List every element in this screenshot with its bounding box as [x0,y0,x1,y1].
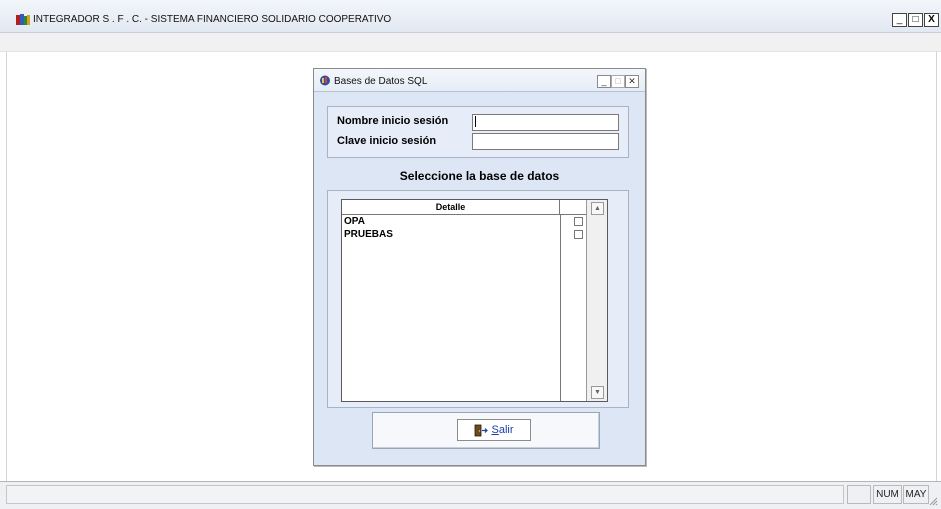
password-input[interactable] [472,133,619,150]
right-border [936,51,937,481]
database-group: Detalle OPA PRUEBAS ▲ ▼ [327,190,629,408]
toolbar-strip [0,33,941,52]
login-group: Nombre inicio sesión Clave inicio sesión [327,106,629,158]
database-grid: Detalle OPA PRUEBAS ▲ ▼ [341,199,608,402]
left-border [6,51,7,481]
database-checkbox[interactable] [574,230,583,239]
grid-row[interactable]: PRUEBAS [342,228,586,241]
exit-button[interactable]: Salir [457,419,531,441]
dialog-maximize-button: □ [611,75,625,88]
select-database-heading: Seleccione la base de datos [399,169,560,183]
column-header-detalle[interactable]: Detalle [342,200,560,214]
caps-lock-indicator: MAY [903,485,929,504]
database-name[interactable]: OPA [344,215,365,228]
dialog-titlebar[interactable]: Bases de Datos SQL _ □ ✕ [314,69,645,92]
app-window-controls: _ □ X [892,13,939,27]
database-name[interactable]: PRUEBAS [344,228,393,241]
dialog-close-button[interactable]: ✕ [625,75,639,88]
app-minimize-button[interactable]: _ [892,13,907,27]
exit-button-frame: Salir [372,412,600,449]
num-lock-indicator: NUM [873,485,902,504]
exit-door-icon [475,424,489,436]
app-maximize-button[interactable]: □ [908,13,923,27]
exit-label: Salir [491,424,514,436]
app-books-icon [16,14,30,25]
app-title: INTEGRADOR S . F . C. - SISTEMA FINANCIE… [33,14,392,25]
app-titlebar: INTEGRADOR S . F . C. - SISTEMA FINANCIE… [0,0,941,33]
scroll-up-arrow-icon[interactable]: ▲ [591,202,604,215]
dialog-books-icon [320,75,330,86]
scroll-down-arrow-icon[interactable]: ▼ [591,386,604,399]
grid-vertical-scrollbar[interactable]: ▲ ▼ [586,200,607,401]
resize-grip-icon[interactable] [928,496,938,506]
text-caret [475,116,476,127]
grid-row[interactable]: OPA [342,215,586,228]
column-divider [560,214,561,401]
status-panel-empty [847,485,871,504]
dialog-title: Bases de Datos SQL [334,76,428,87]
grid-header: Detalle [342,200,586,215]
dialog-minimize-button[interactable]: _ [597,75,611,88]
column-header-select[interactable] [560,200,586,214]
app-close-button[interactable]: X [924,13,939,27]
password-label: Clave inicio sesión [337,135,437,147]
dialog-window-controls: _ □ ✕ [597,75,639,88]
status-bar: NUM MAY [0,481,941,509]
database-checkbox[interactable] [574,217,583,226]
main-window: INTEGRADOR S . F . C. - SISTEMA FINANCIE… [0,0,941,509]
username-label: Nombre inicio sesión [337,115,449,127]
databases-dialog: Bases de Datos SQL _ □ ✕ Nombre inicio s… [313,68,646,466]
status-message-panel [6,485,844,504]
username-input[interactable] [472,114,619,131]
